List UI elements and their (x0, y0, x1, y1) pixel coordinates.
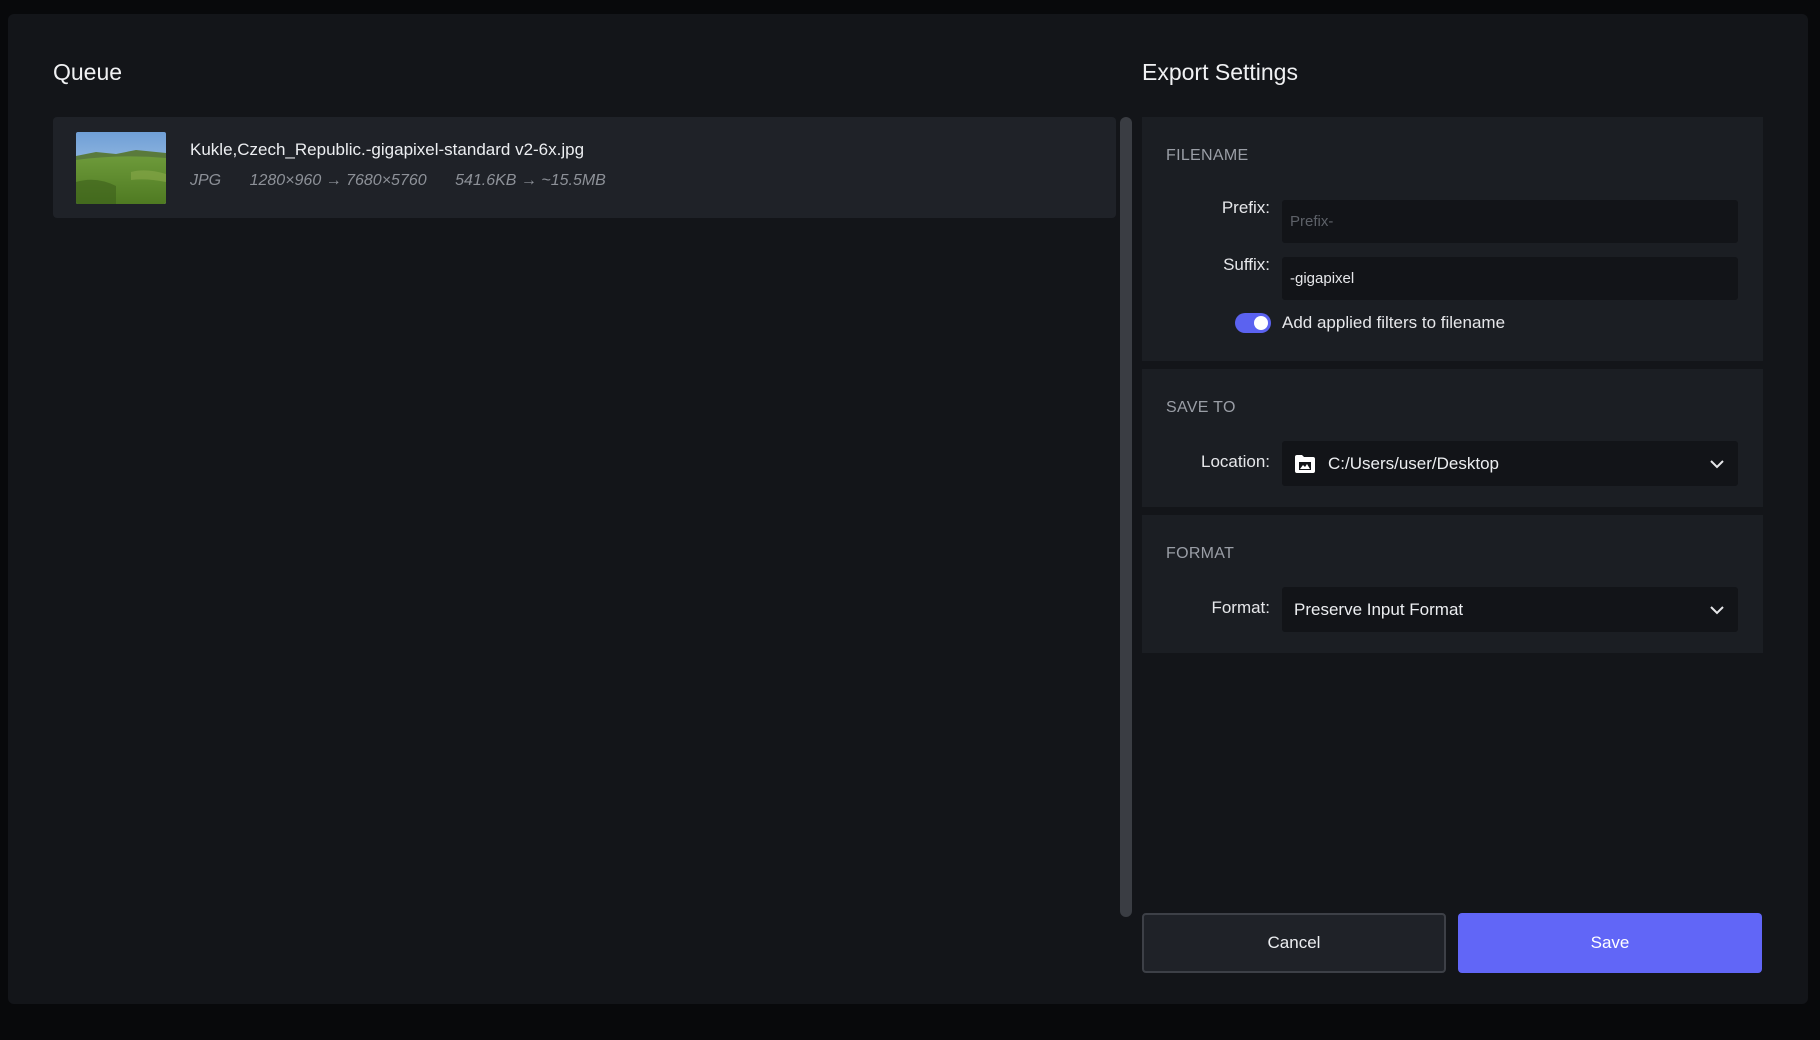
save-button[interactable]: Save (1458, 913, 1762, 973)
suffix-input[interactable]: -gigapixel (1282, 257, 1738, 300)
queue-item-size: 541.6KB → ~15.5MB (455, 172, 606, 189)
add-filters-toggle[interactable] (1235, 313, 1271, 333)
queue-item-dimensions: 1280×960 → 7680×5760 (249, 172, 427, 189)
format-label: Format: (1211, 598, 1270, 617)
prefix-input[interactable]: Prefix- (1282, 200, 1738, 243)
filename-section-label: FILENAME (1166, 147, 1249, 164)
save-to-section-label: SAVE TO (1166, 399, 1236, 416)
chevron-down-icon (1708, 455, 1726, 473)
image-thumbnail (76, 132, 166, 204)
toggle-knob (1254, 316, 1268, 330)
queue-item-format: JPG (190, 172, 222, 189)
queue-item-filename: Kukle,Czech_Republic.-gigapixel-standard… (190, 140, 585, 159)
format-section-label: FORMAT (1166, 545, 1235, 562)
location-value: C:/Users/user/Desktop (1328, 453, 1499, 473)
location-label: Location: (1201, 452, 1270, 471)
cancel-button[interactable]: Cancel (1142, 913, 1446, 973)
queue-item-meta: JPG 1280×960 → 7680×5760 541.6KB → ~15.5… (190, 172, 630, 190)
format-section: FORMAT Format: Preserve Input Format (1142, 515, 1763, 653)
suffix-label: Suffix: (1223, 255, 1270, 274)
queue-title: Queue (53, 59, 123, 85)
format-value: Preserve Input Format (1294, 599, 1464, 619)
export-dialog: Queue Kukle,Czech_Republic.-gigapixel-st… (8, 14, 1808, 1004)
save-to-section: SAVE TO Location: C:/Users/user/Desktop (1142, 369, 1763, 507)
prefix-label: Prefix: (1221, 198, 1270, 217)
suffix-value: -gigapixel (1290, 270, 1355, 287)
filename-section: FILENAME Prefix: Prefix- Suffix: -gigapi… (1142, 117, 1763, 361)
add-filters-toggle-label: Add applied filters to filename (1282, 313, 1506, 332)
chevron-down-icon (1708, 601, 1726, 619)
location-select[interactable]: C:/Users/user/Desktop (1282, 441, 1738, 486)
export-settings-title: Export Settings (1142, 59, 1298, 85)
queue-scrollbar[interactable] (1120, 117, 1132, 917)
folder-icon (1294, 454, 1316, 474)
format-select[interactable]: Preserve Input Format (1282, 587, 1738, 632)
prefix-placeholder: Prefix- (1290, 213, 1334, 230)
queue-item[interactable]: Kukle,Czech_Republic.-gigapixel-standard… (53, 117, 1116, 218)
